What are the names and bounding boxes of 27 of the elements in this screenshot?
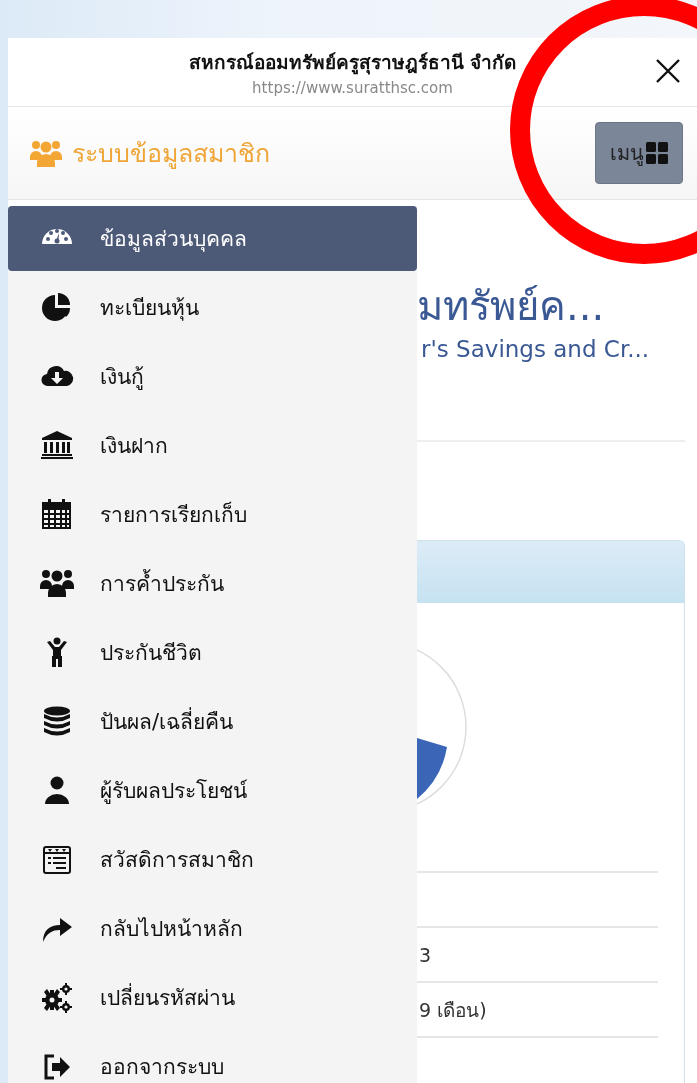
field-value: 3 [419, 943, 432, 966]
menu-item[interactable]: กลับไปหน้าหลัก [8, 896, 417, 961]
grid-icon [646, 142, 668, 164]
page-url: https://www.suratthsc.com [252, 79, 453, 97]
page-subheading: r's Savings and Cr... [421, 336, 651, 362]
close-icon [655, 58, 681, 84]
field-value: 9 เดือน) [419, 997, 487, 1023]
calendar-icon [40, 497, 74, 532]
menu-item[interactable]: เงินกู้ [8, 344, 417, 409]
app-title: ระบบข้อมูลสมาชิก [72, 138, 270, 171]
gears-icon [40, 980, 74, 1015]
menu-item[interactable]: รายการเรียกเก็บ [8, 482, 417, 547]
menu-item[interactable]: สวัสดิการสมาชิก [8, 827, 417, 892]
menu-item[interactable]: ข้อมูลส่วนบุคคล [8, 206, 417, 271]
menu-item[interactable]: ปันผล/เฉลี่ยคืน [8, 689, 417, 754]
menu-item[interactable]: เปลี่ยนรหัสผ่าน [8, 965, 417, 1030]
close-button[interactable] [655, 58, 681, 84]
users-icon [30, 139, 62, 167]
page-title: สหกรณ์ออมทรัพย์ครูสุราษฎร์ธานี จำกัด [188, 50, 517, 77]
menu-item[interactable]: การค้ำประกัน [8, 551, 417, 616]
menu-item[interactable]: ผู้รับผลประโยชน์ [8, 758, 417, 823]
menu-item[interactable]: เงินฝาก [8, 413, 417, 478]
menu-item[interactable]: ออกจากระบบ [8, 1034, 417, 1083]
page-heading: มทรัพย์ค... [417, 282, 606, 331]
menu-button[interactable]: เมนู [595, 122, 683, 184]
menu-item[interactable]: ประกันชีวิต [8, 620, 417, 685]
menu-item[interactable]: ทะเบียนหุ้น [8, 275, 417, 340]
